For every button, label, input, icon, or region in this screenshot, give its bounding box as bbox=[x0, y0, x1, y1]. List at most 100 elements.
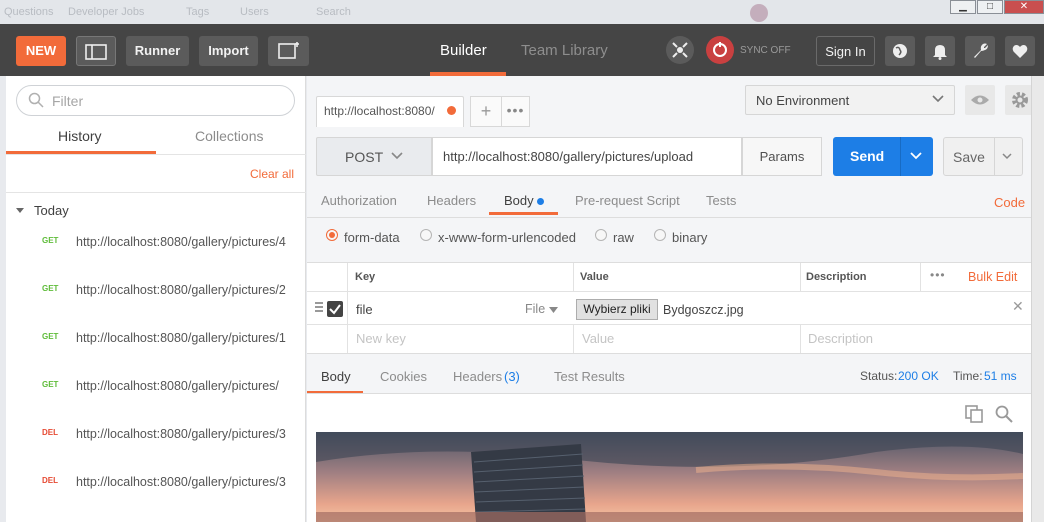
wrench-icon bbox=[974, 43, 988, 58]
import-button[interactable]: Import bbox=[199, 36, 258, 66]
bg-link: Users bbox=[240, 6, 269, 18]
caret-down-icon[interactable] bbox=[16, 208, 24, 213]
history-item[interactable]: DEL http://localhost:8080/gallery/pictur… bbox=[6, 466, 306, 514]
method-badge: GET bbox=[42, 380, 59, 389]
divider bbox=[307, 291, 1032, 292]
globe-button[interactable] bbox=[885, 36, 915, 66]
history-url: http://localhost:8080/gallery/pictures/4 bbox=[76, 235, 286, 249]
response-tab-cookies[interactable]: Cookies bbox=[380, 369, 427, 384]
tab-authorization[interactable]: Authorization bbox=[321, 193, 397, 208]
body-indicator-dot-icon bbox=[537, 198, 544, 205]
bg-link: Questions bbox=[4, 6, 54, 18]
method-badge: GET bbox=[42, 236, 59, 245]
chevron-down-icon[interactable] bbox=[1002, 153, 1012, 160]
scrollbar[interactable] bbox=[1031, 76, 1044, 522]
history-item[interactable]: GET http://localhost:8080/gallery/pictur… bbox=[6, 226, 306, 274]
tab-history[interactable]: History bbox=[58, 128, 102, 144]
clear-all-link[interactable]: Clear all bbox=[250, 167, 294, 181]
bell-icon bbox=[933, 45, 947, 60]
send-button[interactable]: Send bbox=[833, 137, 933, 176]
interceptor-button[interactable] bbox=[666, 36, 694, 64]
new-button[interactable]: NEW bbox=[16, 36, 66, 66]
radio-raw[interactable] bbox=[595, 229, 607, 241]
tab-collections[interactable]: Collections bbox=[195, 128, 263, 144]
bulk-edit-link[interactable]: Bulk Edit bbox=[968, 270, 1017, 284]
radio-form-data[interactable] bbox=[326, 229, 338, 241]
row-enabled-checkbox[interactable] bbox=[327, 301, 343, 317]
tab-team-library[interactable]: Team Library bbox=[521, 42, 608, 59]
close-window-button[interactable]: ✕ bbox=[1004, 0, 1044, 14]
tab-pre-request-script[interactable]: Pre-request Script bbox=[575, 193, 680, 208]
delete-row-icon[interactable]: ✕ bbox=[1012, 298, 1024, 315]
new-window-icon bbox=[277, 42, 299, 59]
row-type-select[interactable]: File bbox=[525, 302, 545, 316]
response-tab-headers[interactable]: Headers bbox=[453, 369, 502, 384]
column-description: Description bbox=[806, 271, 867, 283]
response-tab-test-results[interactable]: Test Results bbox=[554, 369, 625, 384]
signin-button[interactable]: Sign In bbox=[816, 36, 875, 66]
row-key[interactable]: file bbox=[356, 302, 373, 317]
maximize-button[interactable]: □ bbox=[977, 0, 1003, 14]
response-tab-body[interactable]: Body bbox=[321, 369, 351, 384]
bg-link: Tags bbox=[186, 6, 210, 18]
chevron-down-icon bbox=[391, 152, 403, 160]
bg-avatar bbox=[750, 4, 768, 22]
divider bbox=[920, 263, 921, 291]
new-value-input[interactable]: Value bbox=[582, 331, 614, 346]
tab-builder[interactable]: Builder bbox=[440, 42, 487, 59]
environment-value: No Environment bbox=[756, 93, 850, 108]
history-item[interactable]: DEL http://localhost:8080/gallery/pictur… bbox=[6, 418, 306, 466]
tab-tests[interactable]: Tests bbox=[706, 193, 736, 208]
gear-icon bbox=[1012, 92, 1028, 108]
new-description-input[interactable]: Description bbox=[808, 331, 873, 346]
sync-icon bbox=[713, 42, 727, 57]
history-url: http://localhost:8080/gallery/pictures/1 bbox=[76, 331, 286, 345]
search-icon[interactable] bbox=[995, 405, 1013, 423]
runner-button[interactable]: Runner bbox=[126, 36, 189, 66]
radio-binary[interactable] bbox=[654, 229, 666, 241]
bg-link: Developer Jobs bbox=[68, 6, 145, 18]
history-item[interactable]: GET http://localhost:8080/gallery/pictur… bbox=[6, 274, 306, 322]
chevron-down-icon bbox=[932, 95, 944, 103]
copy-icon[interactable] bbox=[965, 405, 983, 423]
tab-headers[interactable]: Headers bbox=[427, 193, 476, 208]
tab-body[interactable]: Body bbox=[504, 193, 534, 208]
chevron-down-icon[interactable] bbox=[910, 152, 922, 160]
drag-handle-icon[interactable] bbox=[315, 302, 323, 312]
history-item[interactable]: GET http://localhost:8080/gallery/pictur… bbox=[6, 322, 306, 370]
drag-handle-mid bbox=[315, 306, 323, 308]
minimize-button[interactable]: ▁ bbox=[950, 0, 976, 14]
more-tabs-button[interactable]: ••• bbox=[501, 96, 530, 127]
divider bbox=[800, 263, 801, 291]
radio-urlencoded[interactable] bbox=[420, 229, 432, 241]
heart-icon bbox=[1012, 44, 1028, 58]
row-filename: Bydgoszcz.jpg bbox=[663, 303, 744, 317]
more-options-icon[interactable]: ••• bbox=[930, 268, 946, 282]
checkmark-icon bbox=[329, 304, 341, 315]
sync-button[interactable] bbox=[706, 36, 734, 64]
history-group-today[interactable]: Today bbox=[34, 203, 69, 218]
image-content bbox=[316, 432, 1023, 522]
history-url: http://localhost:8080/gallery/pictures/3 bbox=[76, 427, 286, 441]
history-item[interactable]: GET http://localhost:8080/gallery/pictur… bbox=[6, 370, 306, 418]
divider bbox=[307, 217, 1032, 218]
sync-label: SYNC OFF bbox=[740, 45, 791, 56]
code-link[interactable]: Code bbox=[994, 195, 1025, 210]
new-window-button[interactable] bbox=[268, 36, 309, 66]
save-button[interactable]: Save bbox=[943, 137, 1023, 176]
sidebar-toggle-button[interactable] bbox=[76, 36, 116, 66]
save-label: Save bbox=[953, 149, 985, 165]
divider bbox=[573, 263, 574, 291]
choose-file-button[interactable]: Wybierz pliki bbox=[576, 299, 658, 320]
add-tab-button[interactable]: + bbox=[470, 96, 502, 127]
settings-button[interactable] bbox=[965, 36, 995, 66]
globe-icon bbox=[893, 44, 907, 58]
params-button[interactable]: Params bbox=[742, 137, 822, 176]
notifications-button[interactable] bbox=[925, 36, 955, 66]
favorites-button[interactable] bbox=[1005, 36, 1035, 66]
new-key-input[interactable]: New key bbox=[356, 331, 406, 346]
divider bbox=[6, 154, 306, 155]
background-browser-strip: Questions Developer Jobs Tags Users Sear… bbox=[0, 0, 1044, 24]
environment-quicklook-button[interactable] bbox=[965, 85, 995, 115]
status-value: 200 OK bbox=[898, 369, 939, 383]
